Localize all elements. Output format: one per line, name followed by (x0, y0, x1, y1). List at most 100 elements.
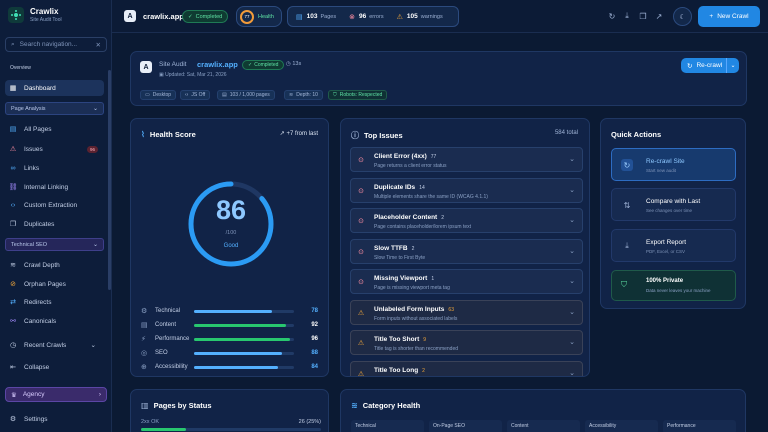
metric-value: 84 (311, 364, 318, 370)
tag-js: ‹› JS Off (180, 90, 211, 100)
export-report-action[interactable]: ⤓ Export Report PDF, Excel, or CSV (611, 229, 736, 262)
clear-search-icon[interactable]: ✕ (96, 41, 101, 49)
error-icon: ⊙ (358, 248, 364, 256)
metric-name: Accessibility (155, 364, 188, 370)
topbar: A crawlix.app ✓ Completed 77 Health ▤ 10… (112, 0, 768, 33)
sidebar-item-label: Duplicates (24, 220, 55, 228)
dashboard-icon: ▦ (9, 85, 17, 92)
copy-icon[interactable]: ❐ (638, 11, 648, 21)
crawl-stats-chip[interactable]: ▤ 103 Pages ⊗ 96 errors ⚠ 105 warnings (287, 6, 459, 27)
sidebar-item-dashboard[interactable]: ▦ Dashboard (5, 80, 104, 96)
chevron-down-icon[interactable]: ⌄ (569, 216, 575, 224)
issue-title: Duplicate IDs 14 (374, 184, 425, 191)
unlink-icon: ⊘ (10, 281, 16, 288)
issue-description: Form inputs without associated labels (374, 315, 458, 322)
brand[interactable]: Crawlix Site Audit Tool (8, 7, 62, 23)
warning-icon: ⚠ (357, 340, 365, 347)
action-title: Re-crawl Site (646, 158, 685, 165)
theme-toggle-moon-icon[interactable]: ☾ (673, 7, 692, 26)
issue-count: 2 (422, 367, 425, 374)
alert-icon: ⚠ (9, 146, 17, 153)
topbar-site-name[interactable]: crawlix.app (143, 12, 184, 21)
section-overview[interactable]: Overview (5, 63, 104, 74)
download-icon[interactable]: ⤓ (622, 11, 632, 21)
status-bar-fill (141, 428, 186, 431)
category-health-card: ≋ Category Health Technical On-Page SEO … (340, 389, 746, 432)
issue-title: Placeholder Content 2 (374, 214, 444, 221)
sidebar-item-links[interactable]: ∞ Links (5, 160, 104, 176)
new-crawl-button[interactable]: + New Crawl (698, 6, 760, 27)
sidebar-item-label: Internal Linking (24, 183, 69, 191)
sidebar-item-custom-extraction[interactable]: ‹› Custom Extraction (5, 197, 104, 213)
category-performance[interactable]: Performance (663, 420, 736, 432)
pages-icon: ▤ (222, 92, 227, 98)
category-content[interactable]: Content (507, 420, 580, 432)
sidebar-item-orphan-pages[interactable]: ⊘ Orphan Pages (5, 276, 104, 292)
issue-row[interactable]: ⚠ Unlabeled Form Inputs 63 Form inputs with… (350, 299, 583, 325)
sidebar-item-all-pages[interactable]: ▤ All Pages (5, 121, 104, 137)
chevron-down-icon[interactable]: ⌄ (569, 186, 575, 194)
site-audit-header: A Site Audit crawlix.app ✓ Completed ◷ 1… (130, 51, 747, 106)
recrawl-button[interactable]: ↻ Re-crawl ⌄ (681, 58, 739, 73)
issue-row[interactable]: ⚠ Title Too Long 2 ⌄ (350, 360, 583, 377)
duration-value: 13s (292, 61, 302, 67)
category-accessibility[interactable]: Accessibility (585, 420, 658, 432)
audit-site-link[interactable]: crawlix.app (197, 60, 238, 69)
sidebar-item-label: Links (24, 164, 40, 172)
sidebar-item-crawl-depth[interactable]: ≋ Crawl Depth (5, 257, 104, 273)
sidebar-collapse-button[interactable]: ⇤ Collapse (5, 359, 104, 375)
activity-icon: ⌇ (141, 130, 145, 139)
sidebar-item-duplicates[interactable]: ❐ Duplicates (5, 216, 104, 232)
chevron-down-icon[interactable]: ⌄ (569, 308, 575, 316)
issue-row[interactable]: ⊙ Client Error (4xx) 77 Page returns a clie… (350, 147, 583, 172)
sidebar-item-label: All Pages (24, 125, 52, 133)
external-link-icon[interactable]: ↗ (654, 11, 664, 21)
issue-count: 2 (411, 245, 415, 252)
issue-row[interactable]: ⊙ Slow TTFB 2 Slow Time to First Byte ⌄ (350, 238, 583, 264)
compare-with-last-action[interactable]: ⇅ Compare with Last See changes over tim… (611, 188, 736, 221)
issue-row[interactable]: ⊙ Missing Viewport 1 Page is missing viewpo… (350, 269, 583, 294)
status-card-title: ▥ Pages by Status (141, 401, 212, 410)
issue-row[interactable]: ⚠ Title Too Short 9 Title tag is shorter th… (350, 330, 583, 355)
privacy-notice: ⛉ 100% Private Data never leaves your ma… (611, 270, 736, 301)
download-icon: ⤓ (625, 241, 629, 250)
recrawl-options-chevron-icon[interactable]: ⌄ (726, 58, 739, 73)
shield-icon: ⛉ (621, 280, 627, 289)
recrawl-site-action[interactable]: ↻ Re-crawl Site Start new audit (611, 148, 736, 181)
agency-button[interactable]: ♛ Agency › (5, 387, 107, 402)
issue-row[interactable]: ⊙ Duplicate IDs 14 Multiple elements share … (350, 177, 583, 203)
chevron-down-icon[interactable]: ⌄ (569, 338, 575, 346)
category-on-page-seo[interactable]: On-Page SEO (429, 420, 502, 432)
section-label: Technical SEO (11, 241, 48, 248)
sidebar-item-canonicals[interactable]: ⚯ Canonicals (5, 313, 104, 329)
issues-total: 584 total (554, 130, 578, 136)
sidebar-item-redirects[interactable]: ⇄ Redirects (5, 294, 104, 310)
section-technical-seo[interactable]: Technical SEO ⌄ (5, 238, 104, 251)
sidebar-scrollbar[interactable] (108, 70, 111, 290)
trending-up-icon: ↗ (279, 131, 285, 137)
sidebar-item-internal-linking[interactable]: ⛓ Internal Linking (5, 179, 104, 195)
collapse-icon: ⇤ (10, 364, 16, 371)
chevron-down-icon[interactable]: ⌄ (569, 277, 575, 285)
chevron-down-icon[interactable]: ⌄ (569, 369, 575, 377)
section-page-analysis[interactable]: Page Analysis ⌄ (5, 102, 104, 115)
quick-actions-card: Quick Actions ↻ Re-crawl Site Start new … (600, 118, 746, 309)
chevron-down-icon[interactable]: ⌄ (569, 247, 575, 255)
sidebar: Crawlix Site Audit Tool ⌕ Search navigat… (0, 0, 112, 432)
sidebar-item-settings[interactable]: ⚙ Settings (5, 411, 104, 427)
issue-description: Page returns a client error status (374, 163, 447, 169)
section-label: Page Analysis (11, 105, 46, 112)
chevron-down-icon[interactable]: ⌄ (569, 155, 575, 163)
sidebar-item-recent-crawls[interactable]: ◷ Recent Crawls ⌄ (5, 337, 104, 353)
sidebar-item-issues[interactable]: ⚠ Issues 96 (5, 141, 104, 157)
refresh-icon[interactable]: ↻ (607, 11, 617, 21)
issue-count: 9 (423, 337, 427, 343)
category-technical[interactable]: Technical (351, 420, 424, 432)
health-chip[interactable]: 77 Health (236, 6, 282, 27)
pages-count: 103 (306, 13, 318, 20)
nav-search-input[interactable]: ⌕ Search navigation... ✕ (5, 37, 107, 52)
metric-bar-fill (194, 365, 278, 369)
chevron-right-icon: › (98, 391, 101, 398)
issue-row[interactable]: ⊙ Placeholder Content 2 Page contains place… (350, 208, 583, 233)
sidebar-item-label: Custom Extraction (24, 201, 78, 209)
